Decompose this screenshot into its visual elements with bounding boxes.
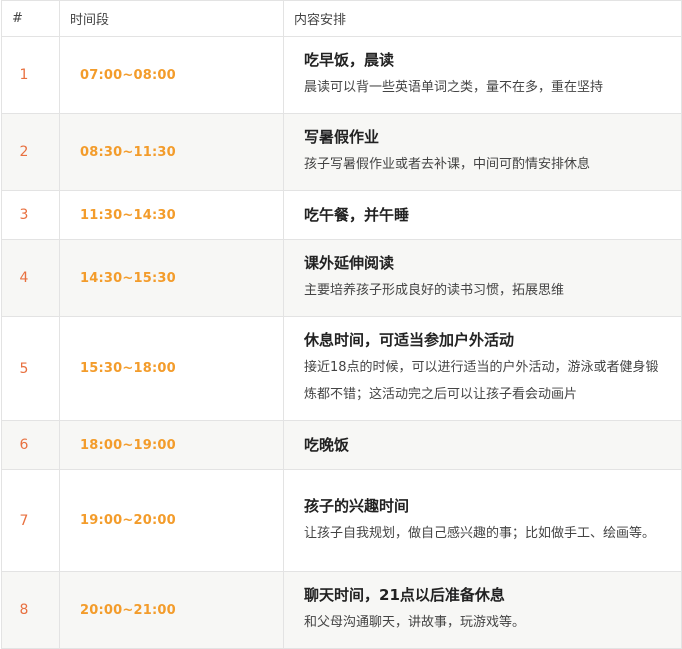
header-content: 内容安排 xyxy=(283,0,682,37)
header-num: # xyxy=(1,0,60,37)
row-desc: 主要培养孩子形成良好的读书习惯，拓展思维 xyxy=(304,283,565,298)
row-time: 19:00~20:00 xyxy=(59,469,284,572)
row-title: 课外延伸阅读 xyxy=(304,254,395,272)
row-title: 写暑假作业 xyxy=(304,128,380,146)
row-desc: 让孩子自我规划，做自己感兴趣的事；比如做手工、绘画等。 xyxy=(304,525,656,541)
table-row: 1 07:00~08:00 吃早饭，晨读 晨读可以背一些英语单词之类，量不在多，… xyxy=(1,36,682,114)
row-title: 吃午餐，并午睡 xyxy=(304,206,410,224)
table-row: 5 15:30~18:00 休息时间，可适当参加户外活动 接近18点的时候，可以… xyxy=(1,316,682,421)
row-title: 吃晚饭 xyxy=(304,436,350,454)
row-content: 吃晚饭 xyxy=(283,420,682,470)
row-desc: 晨读可以背一些英语单词之类，量不在多，重在坚持 xyxy=(304,80,604,95)
row-num: 4 xyxy=(1,239,60,317)
row-num: 2 xyxy=(1,113,60,191)
header-time: 时间段 xyxy=(59,0,284,37)
row-num: 1 xyxy=(1,36,60,114)
row-time: 15:30~18:00 xyxy=(59,316,284,421)
row-time: 07:00~08:00 xyxy=(59,36,284,114)
row-content: 写暑假作业 孩子写暑假作业或者去补课，中间可酌情安排休息 xyxy=(283,113,682,191)
row-title: 孩子的兴趣时间 xyxy=(304,496,410,515)
table-header-row: # 时间段 内容安排 xyxy=(1,0,682,37)
row-num: 3 xyxy=(1,190,60,240)
row-time: 11:30~14:30 xyxy=(59,190,284,240)
row-time: 18:00~19:00 xyxy=(59,420,284,470)
row-title: 吃早饭，晨读 xyxy=(304,51,395,69)
row-content: 休息时间，可适当参加户外活动 接近18点的时候，可以进行适当的户外活动，游泳或者… xyxy=(283,316,682,421)
row-title: 休息时间，可适当参加户外活动 xyxy=(304,331,515,349)
table-row: 6 18:00~19:00 吃晚饭 xyxy=(1,420,682,470)
row-content: 课外延伸阅读 主要培养孩子形成良好的读书习惯，拓展思维 xyxy=(283,239,682,317)
row-title: 聊天时间，21点以后准备休息 xyxy=(304,586,505,604)
schedule-table: # 时间段 内容安排 1 07:00~08:00 吃早饭，晨读 晨读可以背一些英… xyxy=(1,0,682,649)
row-num: 5 xyxy=(1,316,60,421)
row-time: 08:30~11:30 xyxy=(59,113,284,191)
row-desc: 接近18点的时候，可以进行适当的户外活动，游泳或者健身锻炼都不错；这活动完之后可… xyxy=(304,360,659,402)
row-desc: 和父母沟通聊天，讲故事，玩游戏等。 xyxy=(304,615,526,630)
row-time: 14:30~15:30 xyxy=(59,239,284,317)
table-row: 3 11:30~14:30 吃午餐，并午睡 xyxy=(1,190,682,240)
table-row: 7 19:00~20:00 孩子的兴趣时间 让孩子自我规划，做自己感兴趣的事；比… xyxy=(1,469,682,572)
row-content: 吃午餐，并午睡 xyxy=(283,190,682,240)
row-num: 6 xyxy=(1,420,60,470)
row-num: 7 xyxy=(1,469,60,572)
row-content: 吃早饭，晨读 晨读可以背一些英语单词之类，量不在多，重在坚持 xyxy=(283,36,682,114)
row-desc: 孩子写暑假作业或者去补课，中间可酌情安排休息 xyxy=(304,157,591,172)
row-content: 孩子的兴趣时间 让孩子自我规划，做自己感兴趣的事；比如做手工、绘画等。 xyxy=(283,469,682,572)
table-row: 2 08:30~11:30 写暑假作业 孩子写暑假作业或者去补课，中间可酌情安排… xyxy=(1,113,682,191)
table-row: 4 14:30~15:30 课外延伸阅读 主要培养孩子形成良好的读书习惯，拓展思… xyxy=(1,239,682,317)
